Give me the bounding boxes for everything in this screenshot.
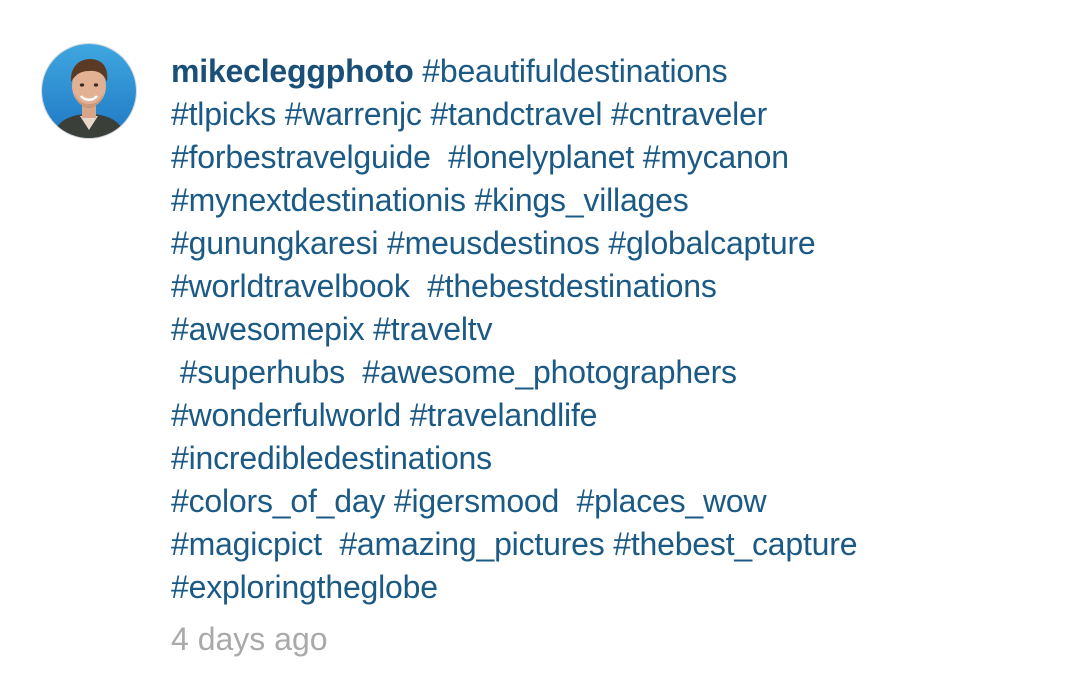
hashtag-line[interactable]: #mynextdestinationis #kings_villages	[171, 179, 1051, 222]
hashtag-line[interactable]: #forbestravelguide #lonelyplanet #mycano…	[171, 136, 1051, 179]
hashtag-line[interactable]: #worldtravelbook #thebestdestinations	[171, 265, 1051, 308]
hashtag-line[interactable]: #tlpicks #warrenjc #tandctravel #cntrave…	[171, 93, 1051, 136]
username-link[interactable]: mikecleggphoto	[171, 53, 414, 89]
hashtag-line[interactable]: #magicpict #amazing_pictures #thebest_ca…	[171, 523, 1051, 566]
avatar-image	[42, 44, 136, 138]
comment-timestamp: 4 days ago	[171, 621, 328, 657]
hashtag-line[interactable]: #exploringtheglobe	[171, 566, 1051, 609]
hashtag-line[interactable]: #wonderfulworld #travelandlife	[171, 394, 1051, 437]
hashtag-line[interactable]: #incredibledestinations	[171, 437, 1051, 480]
hashtag-line[interactable]: #colors_of_day #igersmood #places_wow	[171, 480, 1051, 523]
hashtag-line[interactable]: #superhubs #awesome_photographers	[171, 351, 1051, 394]
caption-line: mikecleggphoto #beautifuldestinations	[171, 50, 1051, 93]
hashtag-line[interactable]: #gunungkaresi #meusdestinos #globalcaptu…	[171, 222, 1051, 265]
hashtag-line[interactable]: #awesomepix #traveltv	[171, 308, 1051, 351]
caption-text: mikecleggphoto #beautifuldestinations #t…	[171, 50, 1051, 609]
hashtag-line[interactable]: #beautifuldestinations	[414, 53, 727, 89]
user-avatar[interactable]	[42, 44, 136, 138]
caption-comment: mikecleggphoto #beautifuldestinations #t…	[0, 0, 1080, 696]
